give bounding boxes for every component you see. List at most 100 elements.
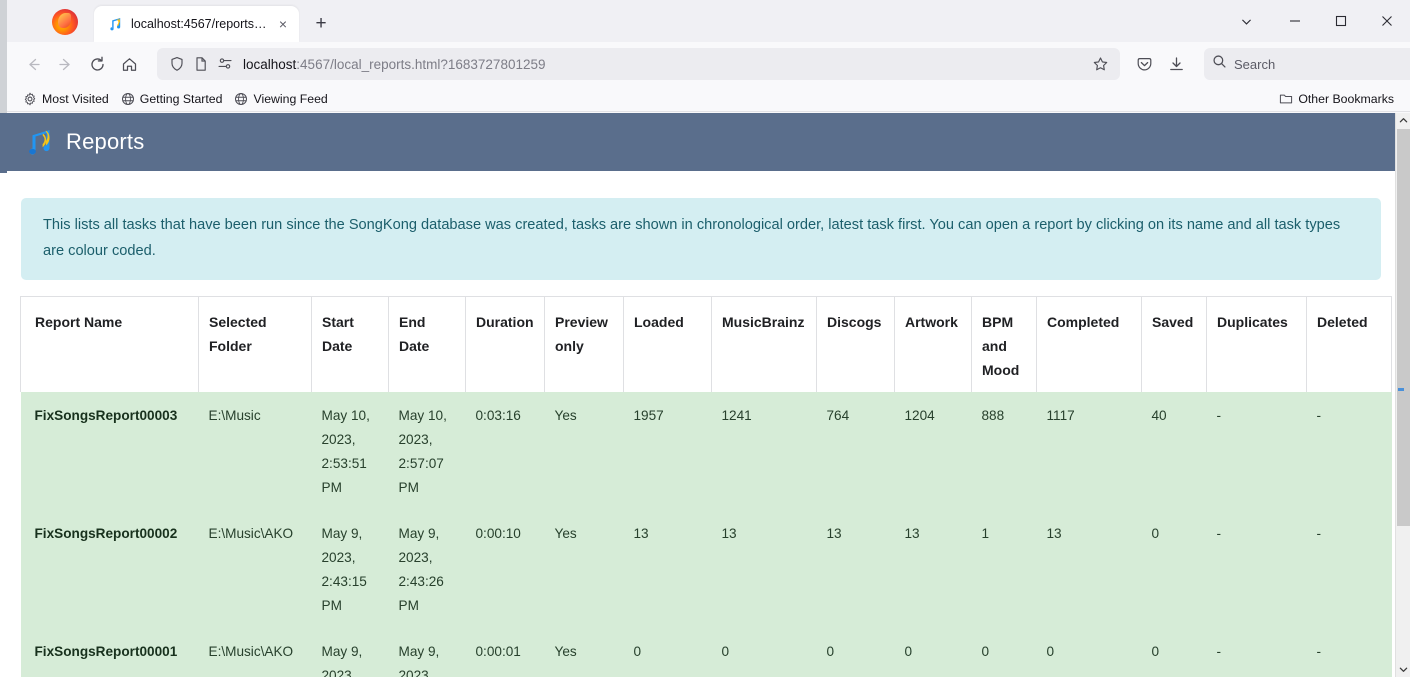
column-header-bpm-and-mood[interactable]: BPM and Mood <box>971 296 1037 392</box>
cell-artwork: 13 <box>904 526 920 541</box>
window-controls <box>1220 0 1410 42</box>
bookmark-getting-started[interactable]: Getting Started <box>115 90 229 108</box>
cell-loaded: 0 <box>633 644 642 659</box>
folder-icon <box>1279 92 1293 106</box>
scroll-down-arrow-icon[interactable] <box>1396 662 1410 677</box>
cell-bpm-and-mood: 0 <box>981 644 990 659</box>
gear-icon <box>23 92 37 106</box>
column-header-duplicates[interactable]: Duplicates <box>1206 296 1307 392</box>
reports-table: Report Name Selected Folder Start Date E… <box>20 296 1392 677</box>
cell-duplicates: - <box>1216 526 1222 541</box>
table-row[interactable]: FixSongsReport00001 E:\Music\AKO May 9, … <box>20 628 1392 677</box>
cell-saved: 0 <box>1151 644 1160 659</box>
cell-deleted: - <box>1316 526 1322 541</box>
reports-table-wrap: Report Name Selected Folder Start Date E… <box>7 280 1395 677</box>
maximize-button[interactable] <box>1318 0 1364 42</box>
shield-icon[interactable] <box>165 52 189 76</box>
cell-selected-folder: E:\Music\AKO <box>208 644 294 659</box>
cell-artwork: 0 <box>904 644 913 659</box>
column-header-discogs[interactable]: Discogs <box>816 296 895 392</box>
report-name-link[interactable]: FixSongsReport00001 <box>21 628 199 677</box>
page-header: Reports <box>7 113 1395 171</box>
bookmark-label: Viewing Feed <box>253 91 328 106</box>
column-header-selected-folder[interactable]: Selected Folder <box>198 296 312 392</box>
bookmarks-toolbar: Most Visited Getting Started Viewing Fee… <box>7 86 1410 112</box>
cell-duration: 0:00:10 <box>475 526 521 541</box>
minimize-button[interactable] <box>1272 0 1318 42</box>
bookmark-label: Most Visited <box>42 91 109 106</box>
cell-duplicates: - <box>1216 644 1222 659</box>
download-icon[interactable] <box>1160 48 1192 80</box>
column-header-report-name[interactable]: Report Name <box>20 296 199 392</box>
forward-button-icon[interactable] <box>49 48 81 80</box>
cell-musicbrainz: 0 <box>721 644 730 659</box>
cell-loaded: 13 <box>633 526 649 541</box>
list-all-tabs-button[interactable] <box>1220 0 1272 42</box>
column-header-deleted[interactable]: Deleted <box>1306 296 1392 392</box>
close-window-button[interactable] <box>1364 0 1410 42</box>
info-banner-wrap: This lists all tasks that have been run … <box>7 171 1395 280</box>
cell-bpm-and-mood: 888 <box>981 408 1005 423</box>
report-name-link[interactable]: FixSongsReport00002 <box>21 510 199 628</box>
cell-start-date: May 10, 2023, 2:53:51 PM <box>321 408 370 495</box>
table-row[interactable]: FixSongsReport00002 E:\Music\AKO May 9, … <box>20 510 1392 628</box>
column-header-musicbrainz[interactable]: MusicBrainz <box>711 296 817 392</box>
cell-artwork: 1204 <box>904 408 935 423</box>
reader-view-icon[interactable] <box>213 52 237 76</box>
browser-tab[interactable]: localhost:4567/reports_local × <box>94 6 299 42</box>
report-name-link[interactable]: FixSongsReport00003 <box>21 392 199 510</box>
bookmark-star-icon[interactable] <box>1088 52 1112 76</box>
column-header-saved[interactable]: Saved <box>1141 296 1207 392</box>
cell-saved: 40 <box>1151 408 1167 423</box>
reload-button-icon[interactable] <box>81 48 113 80</box>
bookmark-other-bookmarks[interactable]: Other Bookmarks <box>1273 90 1400 108</box>
bookmark-most-visited[interactable]: Most Visited <box>17 90 115 108</box>
column-header-duration[interactable]: Duration <box>465 296 545 392</box>
new-tab-button[interactable]: + <box>307 10 335 38</box>
cell-selected-folder: E:\Music <box>208 408 261 423</box>
search-icon <box>1212 54 1227 74</box>
close-tab-icon[interactable]: × <box>273 14 293 34</box>
home-button-icon[interactable] <box>113 48 145 80</box>
cell-start-date: May 9, 2023, 2:43:15 PM <box>321 526 367 613</box>
page-info-icon[interactable] <box>189 52 213 76</box>
bookmark-viewing-feed[interactable]: Viewing Feed <box>228 90 333 108</box>
cell-preview-only: Yes <box>554 526 577 541</box>
column-header-loaded[interactable]: Loaded <box>623 296 712 392</box>
cell-end-date: May 10, 2023, 2:57:07 PM <box>398 408 447 495</box>
cell-duration: 0:03:16 <box>475 408 521 423</box>
info-banner: This lists all tasks that have been run … <box>21 198 1381 280</box>
column-header-completed[interactable]: Completed <box>1036 296 1142 392</box>
search-placeholder: Search <box>1234 56 1276 72</box>
table-row[interactable]: FixSongsReport00003 E:\Music May 10, 202… <box>20 392 1392 510</box>
tab-strip: localhost:4567/reports_local × + <box>7 0 1410 42</box>
page-title: Reports <box>66 129 145 154</box>
cell-saved: 0 <box>1151 526 1160 541</box>
cell-deleted: - <box>1316 408 1322 423</box>
column-header-preview-only[interactable]: Preview only <box>544 296 624 392</box>
pocket-icon[interactable] <box>1128 48 1160 80</box>
cell-duration: 0:00:01 <box>475 644 521 659</box>
column-header-end-date[interactable]: End Date <box>388 296 466 392</box>
scroll-up-arrow-icon[interactable] <box>1396 113 1410 128</box>
column-header-artwork[interactable]: Artwork <box>894 296 972 392</box>
back-button-icon[interactable] <box>17 48 49 80</box>
column-header-start-date[interactable]: Start Date <box>311 296 389 392</box>
url-text[interactable]: localhost:4567/local_reports.html?168372… <box>243 57 1088 72</box>
cell-preview-only: Yes <box>554 408 577 423</box>
cell-musicbrainz: 1241 <box>721 408 752 423</box>
cell-completed: 0 <box>1046 644 1055 659</box>
browser-window: localhost:4567/reports_local × + localho… <box>0 0 1410 677</box>
vertical-scrollbar[interactable] <box>1395 113 1410 677</box>
navigation-toolbar: localhost:4567/local_reports.html?168372… <box>7 42 1410 86</box>
cell-bpm-and-mood: 1 <box>981 526 990 541</box>
scrollbar-thumb[interactable] <box>1397 129 1410 526</box>
cell-completed: 13 <box>1046 526 1062 541</box>
page-viewport: Reports This lists all tasks that have b… <box>7 113 1410 677</box>
search-box[interactable]: Search <box>1204 48 1410 80</box>
cell-end-date: May 9, 2023, <box>398 644 440 677</box>
background-window-sliver <box>0 0 7 677</box>
address-bar[interactable]: localhost:4567/local_reports.html?168372… <box>157 48 1120 80</box>
globe-icon <box>234 92 248 106</box>
url-host: localhost <box>243 56 297 72</box>
